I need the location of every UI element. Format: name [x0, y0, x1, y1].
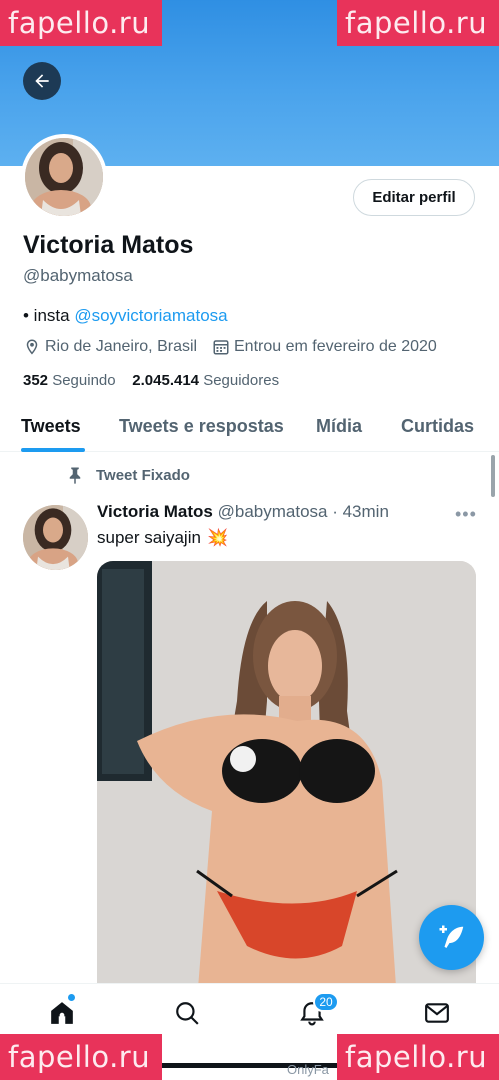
bio-text: • insta: [23, 306, 75, 325]
edit-profile-button[interactable]: Editar perfil: [353, 179, 475, 216]
tweet-author-name[interactable]: Victoria Matos: [97, 502, 213, 521]
tab-tweets-replies[interactable]: Tweets e respostas: [119, 416, 284, 437]
more-options-icon[interactable]: •••: [455, 504, 477, 525]
bio-link[interactable]: @soyvictoriamatosa: [74, 306, 227, 325]
watermark: fapello.ru: [337, 1034, 499, 1080]
nav-messages[interactable]: [422, 998, 452, 1028]
nav-home[interactable]: [47, 998, 77, 1028]
watermark: fapello.ru: [0, 1034, 162, 1080]
tab-tweets[interactable]: Tweets: [21, 416, 81, 437]
tweet-author-avatar[interactable]: [23, 505, 88, 570]
tweet-header: Victoria Matos @babymatosa · 43min: [97, 502, 389, 522]
footer-watermark-text: OnlyFa: [287, 1062, 329, 1077]
back-button[interactable]: [23, 62, 61, 100]
watermark: fapello.ru: [0, 0, 162, 46]
profile-bio: • insta @soyvictoriamatosa: [23, 306, 228, 326]
collision-emoji: 💥: [206, 528, 229, 548]
tab-media[interactable]: Mídia: [316, 416, 362, 437]
calendar-icon: [213, 340, 229, 355]
tweet-author-meta: @babymatosa · 43min: [217, 502, 389, 521]
profile-joined: Entrou em fevereiro de 2020: [212, 338, 437, 356]
profile-location: Rio de Janeiro, Brasil: [23, 338, 197, 356]
location-pin-icon: [26, 339, 38, 355]
profile-name: Victoria Matos: [23, 231, 194, 259]
compose-tweet-button[interactable]: [419, 905, 484, 970]
search-icon: [176, 1002, 199, 1025]
nav-search[interactable]: [172, 998, 202, 1028]
scrollbar[interactable]: [491, 455, 495, 497]
home-icon: [51, 1002, 73, 1024]
pinned-label: Tweet Fixado: [66, 465, 190, 485]
following-link[interactable]: 352 Seguindo: [23, 372, 116, 389]
tab-likes[interactable]: Curtidas: [401, 416, 474, 437]
profile-tabs: Tweets Tweets e respostas Mídia Curtidas: [0, 404, 499, 452]
profile-handle: @babymatosa: [23, 266, 133, 285]
feather-plus-icon: [439, 925, 463, 948]
tweet-text: super saiyajin 💥: [97, 528, 229, 548]
profile-avatar[interactable]: [21, 134, 107, 220]
active-tab-indicator: [21, 448, 85, 452]
followers-link[interactable]: 2.045.414 Seguidores: [132, 372, 279, 389]
notifications-badge: 20: [313, 992, 339, 1012]
profile-stats: 352 Seguindo 2.045.414 Seguidores: [23, 372, 279, 389]
joined-text: Entrou em fevereiro de 2020: [234, 338, 437, 355]
pin-icon: [69, 467, 81, 484]
home-unread-dot: [68, 994, 75, 1001]
watermark: fapello.ru: [337, 0, 499, 46]
arrow-left-icon: [35, 74, 49, 88]
location-text: Rio de Janeiro, Brasil: [45, 338, 198, 355]
envelope-icon: [425, 1003, 449, 1023]
